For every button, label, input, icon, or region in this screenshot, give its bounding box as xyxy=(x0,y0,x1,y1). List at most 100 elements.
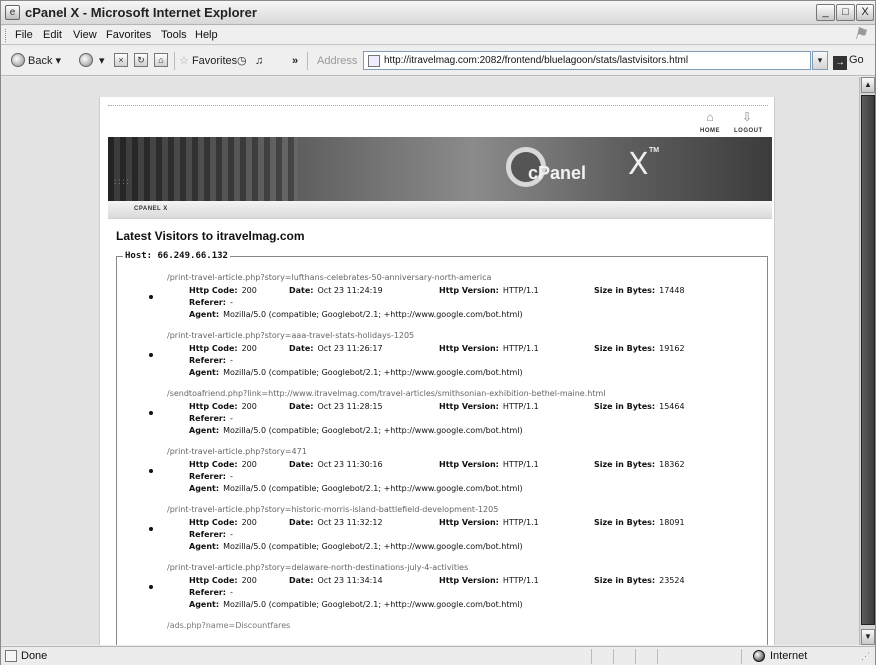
menu-favorites[interactable]: Favorites xyxy=(106,29,151,41)
media-icon[interactable]: ♫ xyxy=(255,52,263,70)
ie-app-icon[interactable]: e xyxy=(5,5,20,20)
http-code-value: 200 xyxy=(241,286,257,295)
visit-url[interactable]: /sendtoafriend.php?link=http://www.itrav… xyxy=(167,389,606,398)
stop-icon[interactable]: × xyxy=(114,53,128,67)
windows-logo-icon: ⚑ xyxy=(852,26,868,43)
browser-window: e cPanel X - Microsoft Internet Explorer… xyxy=(0,0,876,665)
history-icon[interactable]: ◷ xyxy=(237,52,247,70)
home-icon[interactable]: ⌂ xyxy=(154,53,168,67)
toolbar-separator xyxy=(174,52,175,70)
minimize-button[interactable]: _ xyxy=(816,4,835,21)
security-zone: Internet xyxy=(770,650,808,662)
scroll-up-icon[interactable]: ▲ xyxy=(861,77,875,93)
home-link[interactable]: HOME xyxy=(700,128,720,134)
back-arrow-icon xyxy=(11,53,25,67)
bullet xyxy=(149,353,153,357)
scroll-down-icon[interactable]: ▼ xyxy=(861,629,875,645)
scrollbar-thumb[interactable] xyxy=(861,95,875,625)
menu-edit[interactable]: Edit xyxy=(43,29,62,41)
http-code-value: 200 xyxy=(241,518,257,527)
favorites-button[interactable]: ☆ Favorites xyxy=(179,52,237,70)
bullet xyxy=(149,527,153,531)
address-label: Address xyxy=(317,55,358,67)
breadcrumb-cpanel-x[interactable]: CPANEL X xyxy=(134,206,168,212)
referer-row: Referer: - xyxy=(189,356,233,365)
resize-grip-icon[interactable]: ⋰ xyxy=(861,651,870,662)
cpanel-x-logo: X xyxy=(628,147,649,182)
date-value: Oct 23 11:28:15 xyxy=(317,402,383,411)
bullet xyxy=(149,585,153,589)
menu-tools[interactable]: Tools xyxy=(161,29,187,41)
logout-icon[interactable]: ⇩ xyxy=(735,110,759,124)
menu-view[interactable]: View xyxy=(73,29,97,41)
menu-file[interactable]: File xyxy=(15,29,33,41)
date-value: Oct 23 11:26:17 xyxy=(317,344,383,353)
refresh-icon[interactable]: ↻ xyxy=(134,53,148,67)
toolbar-separator xyxy=(307,52,308,70)
menubar-grip[interactable] xyxy=(5,29,8,42)
agent-row: Agent: Mozilla/5.0 (compatible; Googlebot… xyxy=(189,426,523,435)
host-legend: Host: 66.249.66.132 xyxy=(125,251,228,261)
agent-value: Mozilla/5.0 (compatible; Googlebot/2.1; … xyxy=(223,426,523,435)
logout-link[interactable]: LOGOUT xyxy=(734,128,763,134)
internet-globe-icon xyxy=(753,650,765,662)
visit-url[interactable]: /print-travel-article.php?story=aaa-trav… xyxy=(167,331,414,340)
referer-value: - xyxy=(230,414,233,423)
go-button[interactable]: → Go xyxy=(833,51,864,70)
forward-arrow-icon xyxy=(79,53,93,67)
page-title: Latest Visitors to itravelmag.com xyxy=(116,229,305,243)
maximize-button[interactable]: □ xyxy=(836,4,855,21)
title-bar: e cPanel X - Microsoft Internet Explorer… xyxy=(1,1,875,25)
bullet xyxy=(149,295,153,299)
size-value: 19162 xyxy=(659,344,685,353)
date-value: Oct 23 11:30:16 xyxy=(317,460,383,469)
http-version-value: HTTP/1.1 xyxy=(502,576,539,585)
status-pane xyxy=(635,649,655,664)
window-title: cPanel X - Microsoft Internet Explorer xyxy=(25,5,257,20)
vertical-scrollbar[interactable]: ▲ ▼ xyxy=(859,77,875,645)
back-button[interactable]: Back ▾ xyxy=(11,52,61,70)
agent-row: Agent: Mozilla/5.0 (compatible; Googlebot… xyxy=(189,600,523,609)
size-value: 17448 xyxy=(659,286,685,295)
http-version-value: HTTP/1.1 xyxy=(502,402,539,411)
menu-bar: File Edit View Favorites Tools Help ⚑ xyxy=(1,26,875,45)
referer-value: - xyxy=(230,298,233,307)
visit-url[interactable]: /print-travel-article.php?story=historic… xyxy=(167,505,498,514)
visit-url[interactable]: /print-travel-article.php?story=delaware… xyxy=(167,563,468,572)
address-dropdown-button[interactable]: ▾ xyxy=(812,51,828,70)
star-icon: ☆ xyxy=(179,55,189,67)
visit-url[interactable]: /print-travel-article.php?story=471 xyxy=(167,447,307,456)
close-button[interactable]: X xyxy=(856,4,874,21)
cpanel-banner: :::: cPanel X TM xyxy=(108,137,772,201)
cpanel-logo: cPanel xyxy=(506,147,616,191)
list-item: /print-travel-article.php?story=delaware… xyxy=(117,563,767,621)
http-code-value: 200 xyxy=(241,402,257,411)
date-value: Oct 23 11:32:12 xyxy=(317,518,383,527)
referer-row: Referer: - xyxy=(189,588,233,597)
http-version-value: HTTP/1.1 xyxy=(502,344,539,353)
visit-meta-row: Http Code: 200 Date: Oct 23 11:26:17 Http … xyxy=(189,344,685,353)
visit-meta-row: Http Code: 200 Date: Oct 23 11:30:16 Http … xyxy=(189,460,685,469)
referer-row: Referer: - xyxy=(189,414,233,423)
breadcrumb-bar: CPANEL X xyxy=(108,201,772,219)
http-code-value: 200 xyxy=(241,576,257,585)
banner-building-graphic xyxy=(108,137,298,201)
visit-meta-row: Http Code: 200 Date: Oct 23 11:32:12 Http … xyxy=(189,518,685,527)
menu-help[interactable]: Help xyxy=(195,29,218,41)
agent-value: Mozilla/5.0 (compatible; Googlebot/2.1; … xyxy=(223,368,523,377)
referer-value: - xyxy=(230,588,233,597)
visit-url[interactable]: /print-travel-article.php?story=lufthans… xyxy=(167,273,491,282)
size-value: 18362 xyxy=(659,460,685,469)
size-value: 15464 xyxy=(659,402,685,411)
visit-url-cutoff[interactable]: /ads.php?name=Discountfares xyxy=(167,621,290,630)
bullet xyxy=(149,469,153,473)
list-item: /print-travel-article.php?story=historic… xyxy=(117,505,767,563)
toolbar-chevron-button[interactable]: » xyxy=(292,52,298,70)
house-icon[interactable]: ⌂ xyxy=(698,110,722,124)
size-value: 23524 xyxy=(659,576,685,585)
forward-button[interactable]: ▾ xyxy=(79,52,105,70)
http-version-value: HTTP/1.1 xyxy=(502,460,539,469)
agent-value: Mozilla/5.0 (compatible; Googlebot/2.1; … xyxy=(223,484,523,493)
list-item: /print-travel-article.php?story=aaa-trav… xyxy=(117,331,767,389)
address-bar[interactable]: http://itravelmag.com:2082/frontend/blue… xyxy=(363,51,811,70)
